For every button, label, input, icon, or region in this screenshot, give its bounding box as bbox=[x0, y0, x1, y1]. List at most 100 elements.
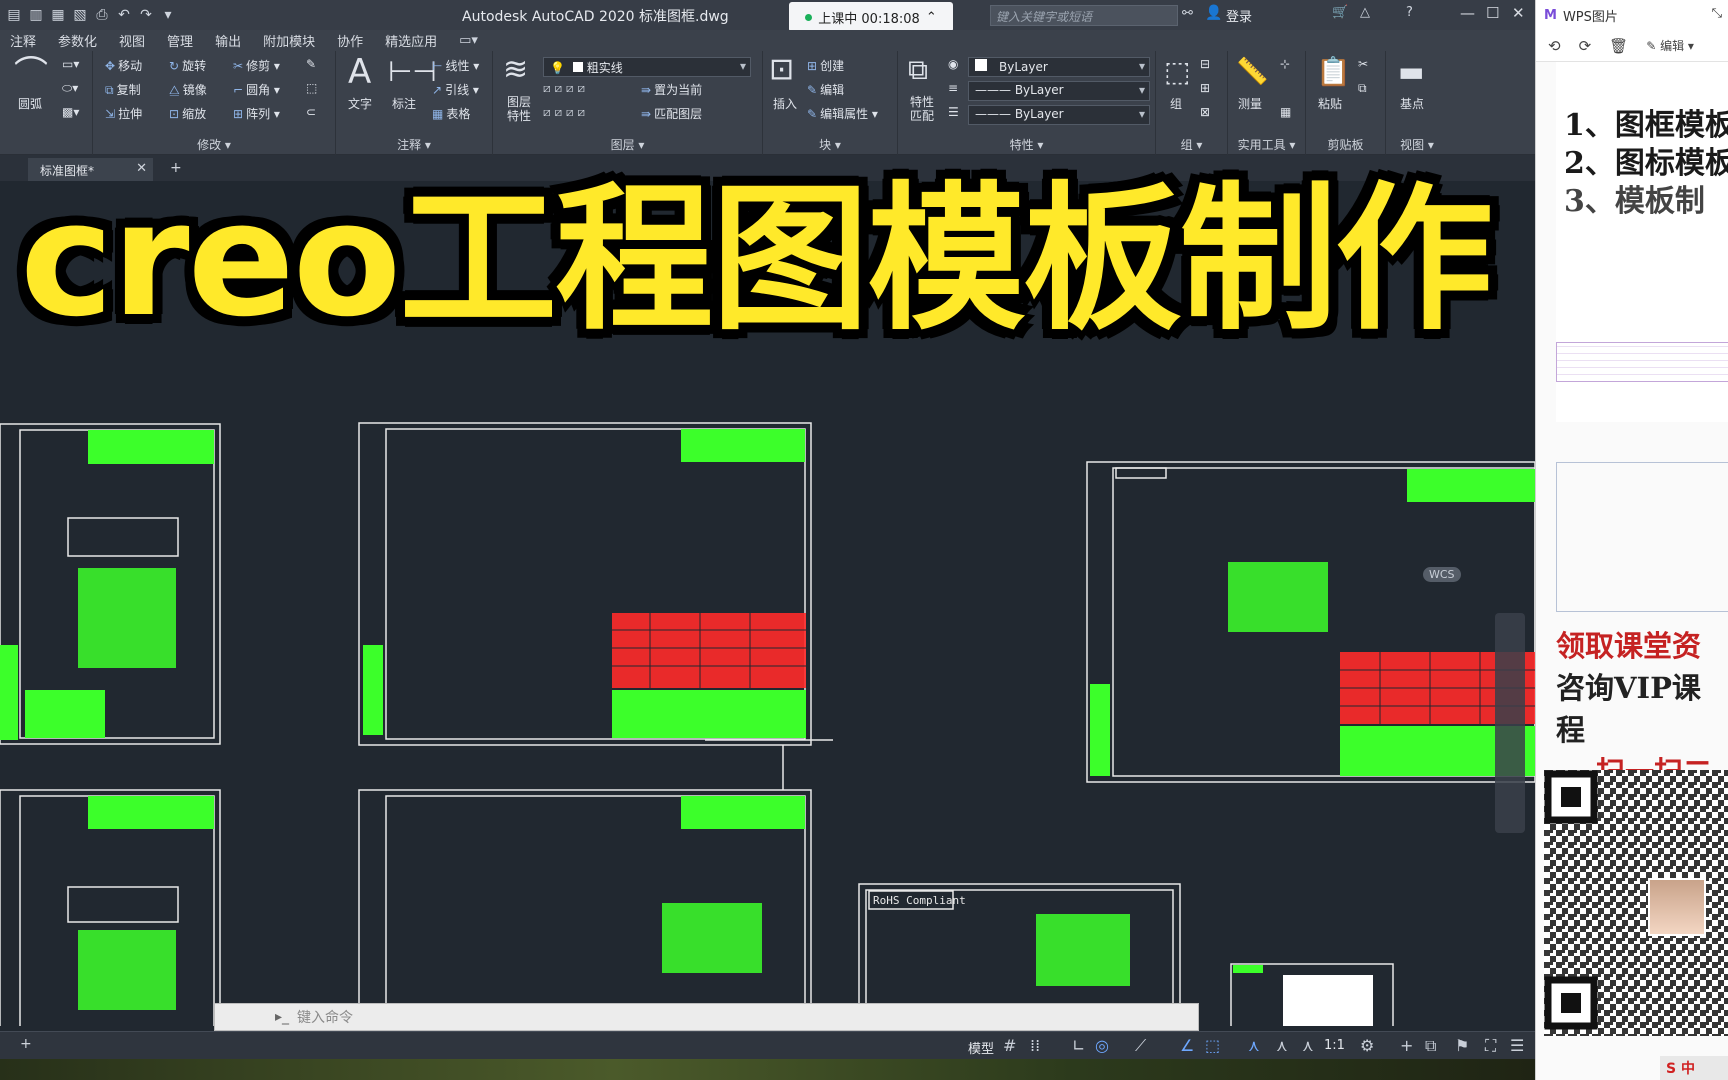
cut-icon[interactable]: ✂ bbox=[1358, 57, 1368, 71]
save-as-icon[interactable]: ▧ bbox=[72, 7, 88, 23]
isolate-objects-icon[interactable]: ⚑ bbox=[1455, 1036, 1469, 1055]
print-icon[interactable]: ⎙ bbox=[94, 7, 110, 23]
array-button[interactable]: ⊞ 阵列 ▾ bbox=[233, 105, 280, 122]
annotation-visibility-icon[interactable]: ⋏ bbox=[1248, 1036, 1260, 1055]
search-input[interactable]: 键入关键字或短语 bbox=[990, 5, 1178, 26]
view-panel-title[interactable]: 视图 ▾ bbox=[1386, 136, 1448, 153]
lineweight-dropdown[interactable]: ——— ByLayer bbox=[968, 81, 1150, 101]
tab-output[interactable]: 输出 bbox=[215, 31, 241, 50]
binoculars-icon[interactable]: ⚯ bbox=[1182, 6, 1193, 21]
tab-collaborate[interactable]: 协作 bbox=[337, 31, 363, 50]
ortho-icon[interactable]: ∟ bbox=[1072, 1036, 1085, 1055]
qr-code[interactable] bbox=[1544, 770, 1728, 1036]
ellipse-icon[interactable]: ⬭▾ bbox=[62, 81, 78, 96]
text-icon[interactable]: A bbox=[348, 55, 371, 89]
utilities-panel-title[interactable]: 实用工具 ▾ bbox=[1228, 136, 1305, 153]
units-icon[interactable]: ⧉ bbox=[1425, 1036, 1436, 1056]
rotate-right-icon[interactable]: ⟳ bbox=[1579, 37, 1592, 55]
close-icon[interactable]: ✕ bbox=[1512, 4, 1525, 22]
command-input[interactable]: 键入命令 bbox=[297, 1007, 353, 1027]
workspace-gear-icon[interactable]: ⚙ bbox=[1360, 1036, 1374, 1055]
snap-icon[interactable]: ⁞⁞ bbox=[1030, 1036, 1040, 1055]
mirror-button[interactable]: ⧋ 镜像 bbox=[169, 81, 207, 98]
wps-restore-icon[interactable]: ⤡ bbox=[1712, 6, 1722, 21]
clipboard-panel-title[interactable]: 剪贴板 bbox=[1306, 136, 1385, 153]
table-button[interactable]: ▦ 表格 bbox=[432, 105, 470, 122]
arc-icon[interactable]: ⌒ bbox=[14, 57, 48, 91]
dimension-label[interactable]: 标注 bbox=[392, 95, 416, 112]
annotation-monitor-icon[interactable]: + bbox=[1400, 1036, 1413, 1055]
login-button[interactable]: 登录 bbox=[1226, 6, 1252, 25]
redo-icon[interactable]: ↷ bbox=[138, 7, 154, 23]
properties-panel-title[interactable]: 特性 ▾ bbox=[898, 136, 1155, 153]
group-label[interactable]: 组 bbox=[1170, 95, 1182, 112]
copy-button[interactable]: ⧉ 复制 bbox=[105, 81, 141, 98]
quick-select-icon[interactable]: ⊹ bbox=[1280, 57, 1290, 71]
ribbon-toggle-icon[interactable]: ▭▾ bbox=[459, 33, 478, 48]
isodraft-icon[interactable]: ⟋ bbox=[1135, 1036, 1146, 1056]
delete-icon[interactable]: 🗑 bbox=[1609, 37, 1628, 55]
rotate-left-icon[interactable]: ⟲ bbox=[1548, 37, 1561, 55]
insert-label[interactable]: 插入 bbox=[773, 95, 797, 112]
maximize-icon[interactable]: ☐ bbox=[1486, 4, 1499, 22]
polar-tracking-icon[interactable]: ◎ bbox=[1095, 1036, 1109, 1055]
ungroup-icon[interactable]: ⊟ bbox=[1200, 57, 1210, 71]
layers-panel-title[interactable]: 图层 ▾ bbox=[493, 136, 762, 153]
block-panel-title[interactable]: 块 ▾ bbox=[763, 136, 897, 153]
edit-block-button[interactable]: ✎ 编辑 bbox=[807, 81, 844, 98]
linetype-icon[interactable]: ☰ bbox=[948, 105, 959, 119]
explode-icon[interactable]: ⬚ bbox=[306, 81, 317, 95]
edit-attributes-button[interactable]: ✎ 编辑属性 ▾ bbox=[807, 105, 878, 122]
linear-button[interactable]: ⊢ 线性 ▾ bbox=[432, 57, 479, 74]
customization-menu-icon[interactable]: ☰ bbox=[1510, 1036, 1524, 1055]
tab-annotate[interactable]: 注释 bbox=[10, 31, 36, 50]
erase-icon[interactable]: ✎ bbox=[306, 57, 316, 71]
cart-icon[interactable]: 🛒 bbox=[1332, 5, 1348, 20]
linetype-dropdown[interactable]: ——— ByLayer bbox=[968, 105, 1150, 125]
create-block-button[interactable]: ⊞ 创建 bbox=[807, 57, 844, 74]
ime-indicator[interactable]: S 中 bbox=[1660, 1056, 1728, 1080]
layer-properties-icon[interactable]: ≋ bbox=[503, 53, 528, 87]
rotate-button[interactable]: ↻ 旋转 bbox=[169, 57, 206, 74]
paste-label[interactable]: 粘贴 bbox=[1318, 95, 1342, 112]
auto-scale-icon[interactable]: ⋏ bbox=[1276, 1036, 1288, 1055]
annotation-scale[interactable]: 1:1 bbox=[1324, 1038, 1345, 1053]
lineweight-icon[interactable]: ≡ bbox=[948, 81, 958, 95]
customize-quick-access-icon[interactable]: ▾ bbox=[160, 7, 176, 23]
group-select-icon[interactable]: ⊠ bbox=[1200, 105, 1210, 119]
fullscreen-icon[interactable]: ⛶ bbox=[1485, 1036, 1496, 1056]
dimension-icon[interactable]: ⊢⊣ bbox=[388, 55, 437, 89]
annotation-scale-icon[interactable]: ⋏ bbox=[1302, 1036, 1314, 1055]
autodesk-app-icon[interactable]: △ bbox=[1360, 5, 1370, 20]
measure-icon[interactable]: 📏 bbox=[1236, 55, 1268, 89]
layer-dropdown[interactable]: 💡 粗实线 bbox=[543, 57, 751, 77]
trim-button[interactable]: ✂ 修剪 ▾ bbox=[233, 57, 280, 74]
copy-clip-icon[interactable]: ⧉ bbox=[1358, 81, 1367, 96]
groups-panel-title[interactable]: 组 ▾ bbox=[1156, 136, 1227, 153]
minimize-icon[interactable]: — bbox=[1460, 4, 1475, 22]
tab-featured-apps[interactable]: 精选应用 bbox=[385, 31, 437, 50]
move-button[interactable]: ✥ 移动 bbox=[105, 57, 142, 74]
new-file-icon[interactable]: ▤ bbox=[6, 7, 22, 23]
modify-panel-title[interactable]: 修改 ▾ bbox=[93, 136, 335, 153]
insert-block-icon[interactable]: ⊡ bbox=[769, 53, 794, 87]
tab-addins[interactable]: 附加模块 bbox=[263, 31, 315, 50]
text-label[interactable]: 文字 bbox=[348, 95, 372, 112]
arc-label[interactable]: 圆弧 bbox=[18, 95, 42, 112]
rectangle-icon[interactable]: ▭▾ bbox=[62, 57, 79, 71]
color-dropdown[interactable]: ByLayer bbox=[968, 57, 1150, 77]
undo-icon[interactable]: ↶ bbox=[116, 7, 132, 23]
wcs-indicator[interactable]: WCS bbox=[1423, 567, 1461, 582]
tab-manage[interactable]: 管理 bbox=[167, 31, 193, 50]
match-layer-button[interactable]: ⇛ 匹配图层 bbox=[641, 105, 702, 122]
model-space-button[interactable]: 模型 bbox=[968, 1038, 994, 1057]
layer-tools-row1[interactable]: ⧄ ⧄ ⧄ ⧄ bbox=[543, 81, 585, 96]
calculator-icon[interactable]: ▦ bbox=[1280, 105, 1291, 119]
stretch-button[interactable]: ⇲ 拉伸 bbox=[105, 105, 142, 122]
object-snap-icon[interactable]: ⬚ bbox=[1205, 1036, 1220, 1055]
navigation-bar[interactable] bbox=[1495, 613, 1525, 833]
base-point-icon[interactable]: ▬ bbox=[1398, 55, 1424, 89]
measure-label[interactable]: 测量 bbox=[1238, 95, 1262, 112]
annotation-panel-title[interactable]: 注释 ▾ bbox=[336, 136, 492, 153]
object-snap-tracking-icon[interactable]: ∠ bbox=[1180, 1036, 1194, 1055]
